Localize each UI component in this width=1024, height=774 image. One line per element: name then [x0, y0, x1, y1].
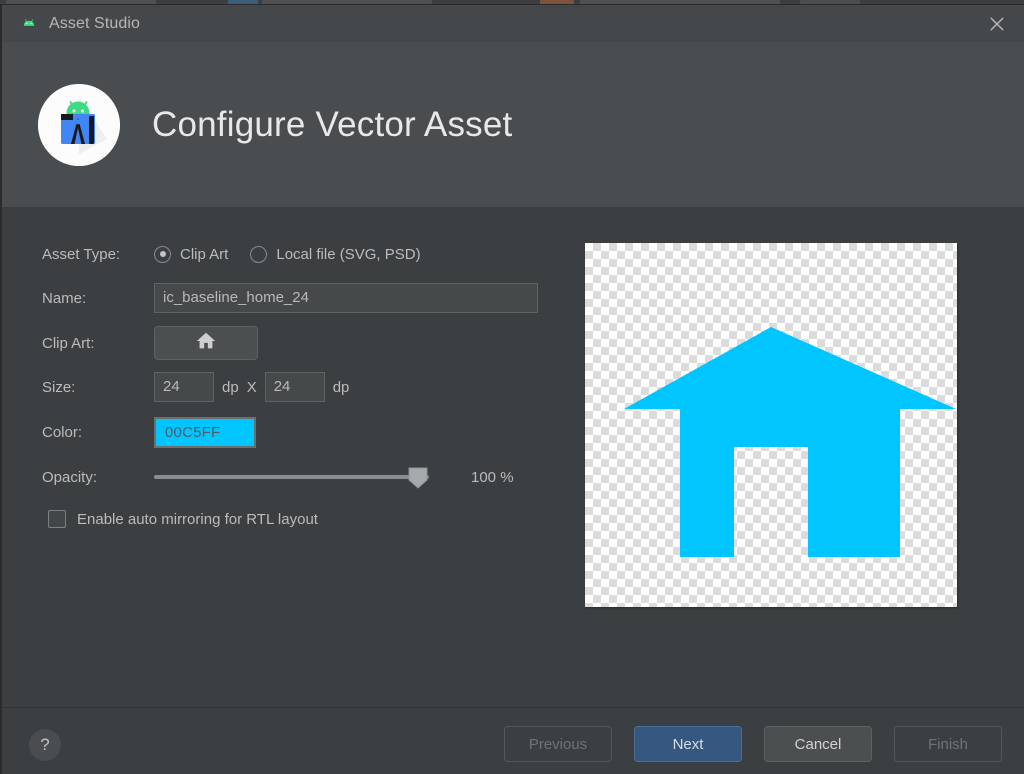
asset-type-radio-group: Clip Art Local file (SVG, PSD) — [154, 245, 443, 263]
next-button[interactable]: Next — [634, 726, 742, 762]
asset-preview-panel — [585, 243, 957, 607]
previous-button[interactable]: Previous — [504, 726, 612, 762]
size-width-input[interactable] — [154, 372, 214, 402]
android-studio-logo-icon — [38, 83, 120, 166]
dialog-button-bar: Previous Next Cancel Finish — [504, 726, 1002, 762]
preview-home-icon — [624, 327, 956, 557]
color-hex-value: 00C5FF — [165, 423, 221, 441]
asset-type-label: Asset Type: — [42, 245, 121, 263]
android-robot-icon — [20, 15, 38, 33]
home-icon — [195, 330, 217, 357]
page-title: Configure Vector Asset — [152, 104, 513, 144]
finish-button[interactable]: Finish — [894, 726, 1002, 762]
size-separator: X — [246, 378, 257, 396]
rtl-mirroring-label: Enable auto mirroring for RTL layout — [77, 510, 318, 528]
asset-type-row: Asset Type: Clip Art Local file (SVG, PS… — [42, 240, 562, 268]
name-label: Name: — [42, 289, 87, 307]
radio-local-file[interactable]: Local file (SVG, PSD) — [250, 245, 421, 263]
opacity-row: Opacity: 100 % — [42, 463, 562, 491]
opacity-label: Opacity: — [42, 468, 98, 486]
opacity-slider-track — [154, 475, 429, 479]
dialog-titlebar: Asset Studio — [2, 5, 1024, 42]
cancel-button[interactable]: Cancel — [764, 726, 872, 762]
asset-studio-dialog: Asset Studio Configure Vector Asset Asse… — [0, 5, 1024, 774]
window-title: Asset Studio — [49, 14, 141, 32]
dialog-footer: ? Previous Next Cancel Finish — [2, 707, 1024, 774]
rtl-mirroring-checkbox-box — [48, 510, 66, 528]
radio-clip-art[interactable]: Clip Art — [154, 245, 229, 263]
size-row: Size: dp X dp — [42, 372, 562, 402]
size-label: Size: — [42, 378, 76, 396]
size-height-input[interactable] — [264, 372, 325, 402]
opacity-value: 100 % — [471, 468, 514, 486]
name-row: Name: — [42, 283, 562, 313]
opacity-slider-thumb[interactable] — [407, 467, 429, 489]
radio-local-file-dot — [250, 245, 268, 263]
clip-art-picker-button[interactable] — [154, 326, 258, 360]
radio-clip-art-label: Clip Art — [180, 245, 229, 263]
color-row: Color: 00C5FF — [42, 416, 562, 448]
color-swatch-button[interactable]: 00C5FF — [154, 416, 256, 448]
rtl-mirroring-checkbox[interactable]: Enable auto mirroring for RTL layout — [48, 505, 562, 533]
radio-local-file-label: Local file (SVG, PSD) — [276, 245, 421, 263]
help-button[interactable]: ? — [29, 729, 61, 761]
opacity-slider[interactable] — [154, 464, 429, 490]
size-width-unit: dp — [222, 378, 239, 396]
close-icon[interactable] — [984, 12, 1010, 36]
radio-clip-art-dot — [154, 245, 171, 263]
dialog-body: Asset Type: Clip Art Local file (SVG, PS… — [2, 207, 1024, 707]
clip-art-row: Clip Art: — [42, 326, 562, 360]
size-height-unit: dp — [332, 378, 350, 396]
color-label: Color: — [42, 423, 83, 441]
name-input[interactable] — [154, 283, 538, 313]
clip-art-label: Clip Art: — [42, 334, 95, 352]
vector-asset-form: Asset Type: Clip Art Local file (SVG, PS… — [42, 240, 562, 533]
dialog-header: Configure Vector Asset — [2, 42, 1024, 207]
